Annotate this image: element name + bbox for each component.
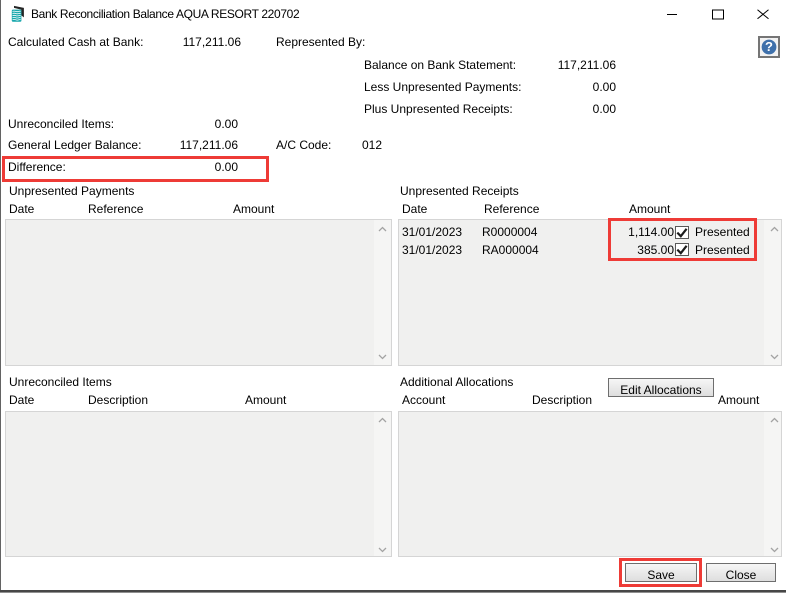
svg-text:?: ?	[765, 39, 773, 54]
